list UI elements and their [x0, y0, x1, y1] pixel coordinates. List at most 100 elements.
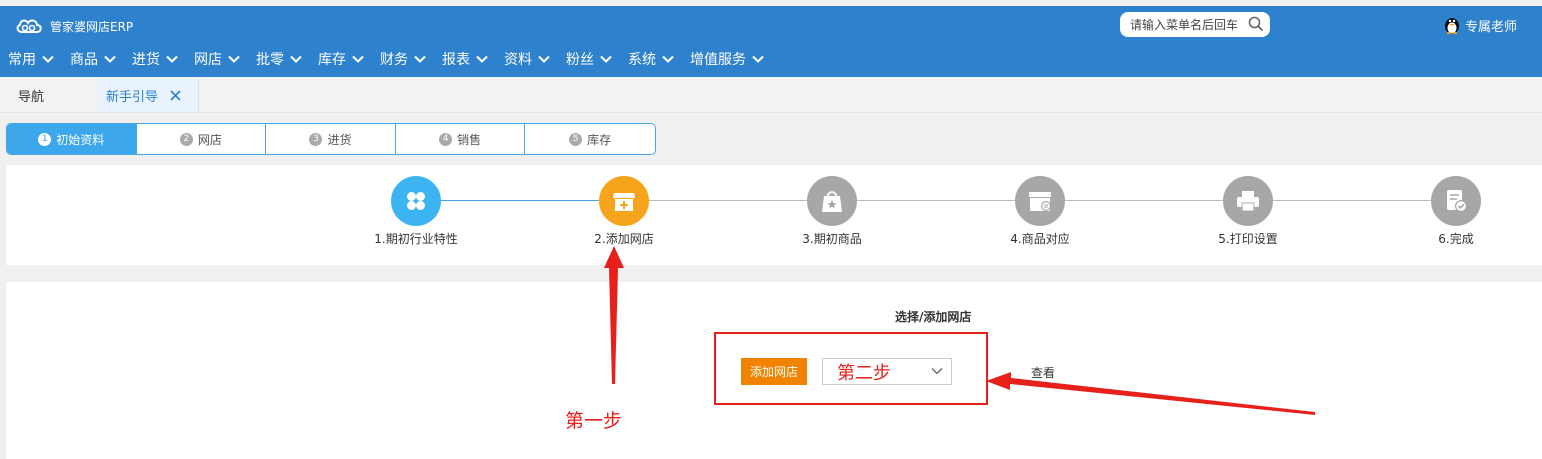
menu-label: 增值服务: [690, 52, 746, 68]
progress-line: [416, 200, 624, 201]
chevron-down-icon: [166, 55, 178, 63]
tab-navigation[interactable]: 导航: [0, 79, 98, 112]
teacher-label: 专属老师: [1465, 19, 1518, 35]
printer-icon: [1237, 191, 1259, 212]
shopping-bag-star-icon: [822, 191, 842, 212]
progress-line: [624, 200, 832, 201]
shop-add-icon: [613, 193, 635, 211]
annotation-step1-label: 第一步: [565, 410, 623, 432]
chevron-down-icon: [931, 368, 943, 375]
step-inventory[interactable]: 5 库存: [525, 124, 655, 154]
step-shop[interactable]: 2 网店: [137, 124, 267, 154]
progress-label: 4.商品对应: [1010, 232, 1070, 246]
chevron-down-icon: [600, 55, 612, 63]
progress-node-initial-goods[interactable]: [807, 176, 857, 226]
shop-select-value: 第二步: [837, 362, 891, 384]
tab-label: 新手引导: [106, 90, 159, 105]
step-number: 2: [179, 132, 193, 146]
step-initial-data[interactable]: 1 初始资料: [7, 124, 137, 154]
menu-label: 进货: [132, 52, 160, 68]
setup-progress: 1.期初行业特性 2.添加网店 3.期初商品 4.商品对应 5.打印设置 6.完…: [6, 165, 1542, 265]
shop-select-dropdown[interactable]: 第二步: [822, 358, 952, 385]
step-sales[interactable]: 4 销售: [396, 124, 526, 154]
shop-select-panel: 选择/添加网店 添加网店 第二步 查看 第一步: [6, 282, 1542, 459]
clover-icon: [407, 192, 425, 210]
step-number: 1: [38, 132, 52, 146]
progress-node-add-shop[interactable]: [599, 176, 649, 226]
progress-node-goods-mapping[interactable]: [1015, 176, 1065, 226]
menu-label: 商品: [70, 52, 98, 68]
step-label: 初始资料: [56, 132, 105, 147]
chevron-down-icon: [476, 55, 488, 63]
search-icon[interactable]: [1248, 16, 1264, 32]
step-label: 销售: [457, 132, 482, 147]
exclusive-teacher[interactable]: 专属老师: [1443, 15, 1517, 35]
menu-jinhuo[interactable]: 进货: [124, 46, 186, 72]
menu-wangdian[interactable]: 网店: [186, 46, 248, 72]
menu-kucun[interactable]: 库存: [310, 46, 372, 72]
progress-line: [1248, 200, 1456, 201]
chevron-down-icon: [752, 55, 764, 63]
menu-shangpin[interactable]: 商品: [62, 46, 124, 72]
progress-node-print-settings[interactable]: [1223, 176, 1273, 226]
menu-fensi[interactable]: 粉丝: [558, 46, 620, 72]
logo-text: 管家婆网店ERP: [50, 19, 134, 34]
page-tab-strip: 导航 新手引导: [0, 77, 1542, 113]
chevron-down-icon: [42, 55, 54, 63]
box-list-icon: [1029, 192, 1051, 211]
step-number: 3: [309, 132, 323, 146]
progress-label: 6.完成: [1438, 232, 1474, 246]
section-title: 选择/添加网店: [895, 310, 972, 324]
chevron-down-icon: [538, 55, 550, 63]
menu-label: 常用: [8, 52, 36, 68]
menu-label: 库存: [318, 52, 346, 68]
progress-label: 1.期初行业特性: [374, 232, 458, 246]
chevron-down-icon: [104, 55, 116, 63]
progress-node-industry[interactable]: [391, 176, 441, 226]
menu-label: 批零: [256, 52, 284, 68]
main-menu: 常用 商品 进货 网店 批零 库存 财务 报表 资料 粉丝 系统 增值服务: [0, 46, 772, 72]
tab-label: 导航: [18, 90, 45, 105]
progress-line: [832, 200, 1040, 201]
step-number: 5: [569, 132, 583, 146]
menu-label: 粉丝: [566, 52, 594, 68]
step-label: 进货: [327, 132, 352, 147]
menu-piling[interactable]: 批零: [248, 46, 310, 72]
menu-ziliao[interactable]: 资料: [496, 46, 558, 72]
close-icon[interactable]: [170, 90, 181, 101]
progress-node-complete[interactable]: [1431, 176, 1481, 226]
penguin-avatar-icon: [1445, 18, 1459, 34]
step-label: 网店: [197, 132, 222, 147]
guide-steps-bar: 1 初始资料 2 网店 3 进货 4 销售 5 库存: [6, 123, 656, 155]
menu-search: [1120, 12, 1270, 37]
document-check-icon: [1447, 190, 1467, 212]
menu-label: 财务: [380, 52, 408, 68]
menu-baobiao[interactable]: 报表: [434, 46, 496, 72]
menu-caiwu[interactable]: 财务: [372, 46, 434, 72]
top-header: 管家婆网店ERP 专属老师 常用 商品 进货 网店 批零 库存 财务 报表 资料…: [0, 6, 1542, 77]
progress-label: 3.期初商品: [802, 232, 862, 246]
chevron-down-icon: [662, 55, 674, 63]
menu-changyong[interactable]: 常用: [0, 46, 62, 72]
chevron-down-icon: [352, 55, 364, 63]
step-purchase[interactable]: 3 进货: [266, 124, 396, 154]
cloud-logo-icon: [16, 19, 42, 33]
chevron-down-icon: [290, 55, 302, 63]
add-shop-button[interactable]: 添加网店: [741, 358, 807, 385]
chevron-down-icon: [414, 55, 426, 63]
menu-search-input[interactable]: [1130, 17, 1248, 32]
progress-label: 2.添加网店: [594, 232, 654, 246]
progress-label: 5.打印设置: [1218, 232, 1278, 246]
step-label: 库存: [587, 132, 612, 147]
chevron-down-icon: [228, 55, 240, 63]
step-number: 4: [439, 132, 453, 146]
menu-xitong[interactable]: 系统: [620, 46, 682, 72]
menu-label: 报表: [442, 52, 470, 68]
progress-line: [1040, 200, 1248, 201]
menu-label: 系统: [628, 52, 656, 68]
view-link[interactable]: 查看: [1031, 364, 1055, 381]
menu-label: 网店: [194, 52, 222, 68]
tab-beginner-guide[interactable]: 新手引导: [98, 79, 199, 112]
menu-zengzhi[interactable]: 增值服务: [682, 46, 772, 72]
logo[interactable]: 管家婆网店ERP: [14, 15, 133, 37]
